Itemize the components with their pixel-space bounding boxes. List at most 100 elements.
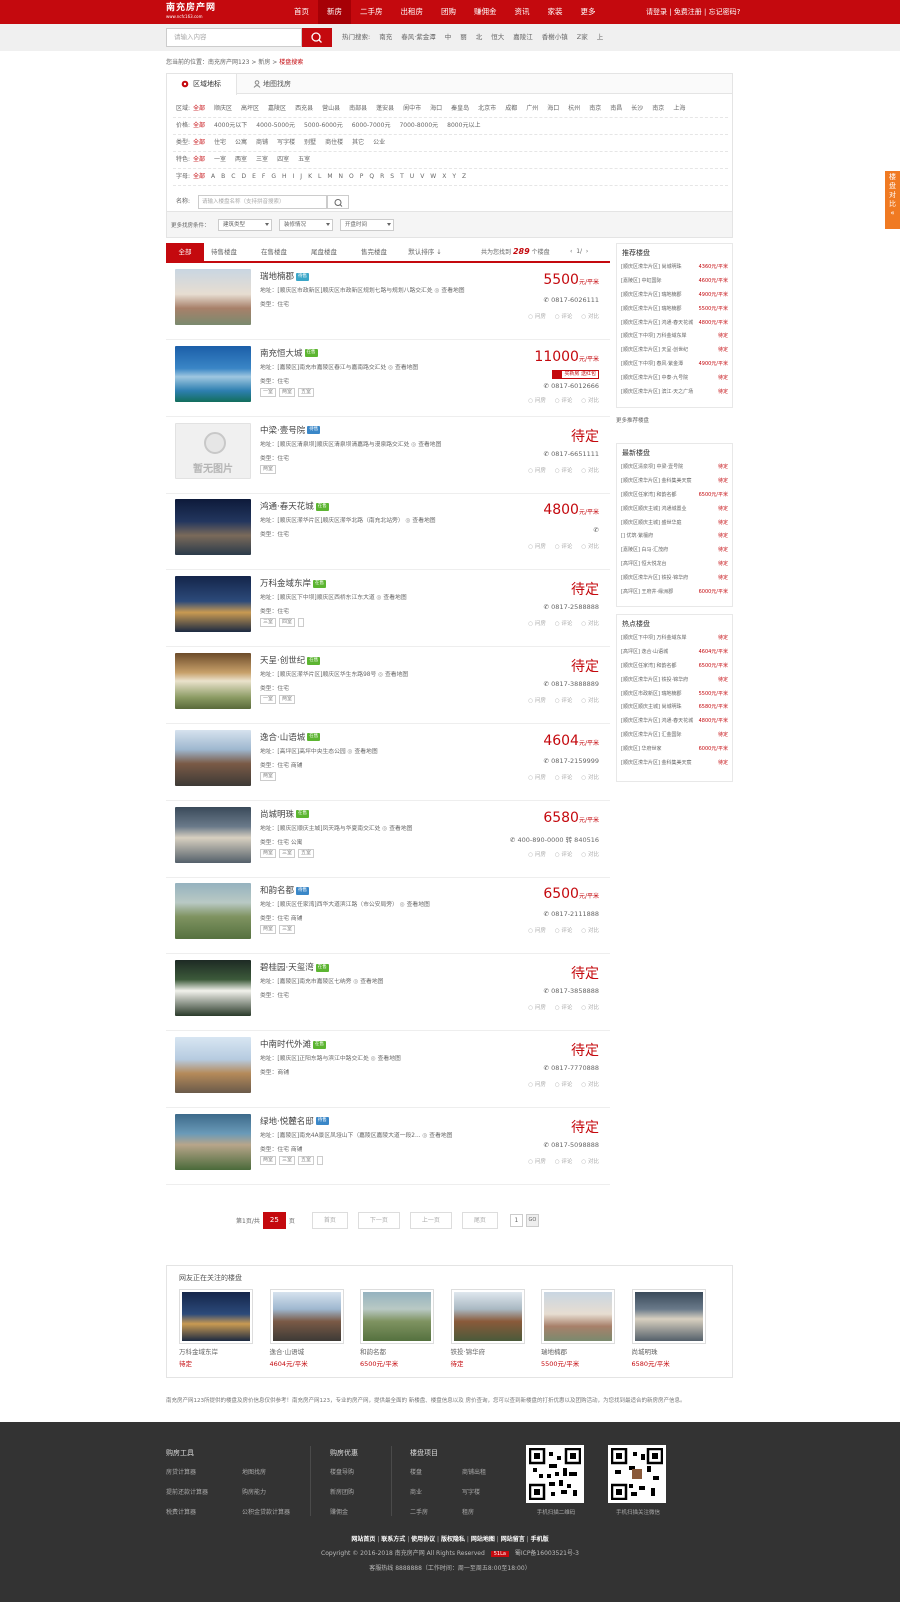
filter-option[interactable]: 5000-6000元 [304, 117, 343, 134]
listing-name[interactable]: 和韵名都 待售 [260, 884, 310, 896]
ask-button[interactable]: ○ 问房 [528, 1003, 546, 1011]
sidebar-row[interactable]: [顺庆区顺庆主城] 鸿通城置业 待定 [617, 503, 732, 517]
view-map-link[interactable]: 查看地图 [385, 672, 408, 678]
comment-button[interactable]: ○ 评论 [555, 542, 573, 550]
view-map-link[interactable]: 查看地图 [354, 749, 377, 755]
ask-button[interactable]: ○ 问房 [528, 619, 546, 627]
footer-bottom-link[interactable]: 网站地图 [471, 1536, 495, 1543]
comment-button[interactable]: ○ 评论 [555, 1003, 573, 1011]
following-card[interactable]: 和韵名都 6500元/平米 [360, 1289, 434, 1368]
tab-final[interactable]: 尾盘楼盘 [305, 243, 343, 261]
sidebar-row[interactable]: [顺庆区潆华片区] 铁投·锦华府 待定 [617, 572, 732, 586]
compare-button[interactable]: ○ 对比 [581, 926, 599, 934]
filter-option[interactable]: 四室 [277, 151, 289, 168]
filter-option[interactable]: 蓬安县 [376, 100, 394, 117]
listing-name[interactable]: 鸿通·春天花城 在售 [260, 500, 329, 512]
opening-time-select[interactable]: 开盘时间 [340, 219, 394, 231]
compare-button[interactable]: ○ 对比 [581, 396, 599, 404]
sidebar-row[interactable]: [嘉陵区] 白马·汇茂府 待定 [617, 544, 732, 558]
listing-name[interactable]: 瑞地楠郡 待售 [260, 270, 310, 282]
filter-option[interactable]: I [293, 168, 295, 185]
sidebar-row[interactable]: [顺庆区市政新区] 瑞地楠郡 5500元/平米 [617, 688, 732, 702]
listing-thumbnail[interactable] [175, 653, 251, 709]
listing-thumbnail[interactable]: 暂无图片 [175, 422, 251, 479]
hot-search-item[interactable]: 丽 [460, 24, 467, 51]
ask-button[interactable]: ○ 问房 [528, 396, 546, 404]
promo-badge[interactable]: 买新房 送红包 [552, 369, 599, 379]
comment-button[interactable]: ○ 评论 [555, 926, 573, 934]
sidebar-row[interactable]: [顺庆区下中坝] 万科金域东岸 待定 [617, 330, 732, 344]
filter-option[interactable]: 写字楼 [277, 134, 295, 151]
decoration-select[interactable]: 装修情况 [279, 219, 333, 231]
tab-map[interactable]: 地图找房 [237, 74, 307, 94]
filter-option[interactable]: Q [369, 168, 374, 185]
listing-thumbnail[interactable] [175, 729, 251, 786]
comment-button[interactable]: ○ 评论 [555, 850, 573, 858]
compare-button[interactable]: ○ 对比 [581, 312, 599, 320]
sidebar-row[interactable]: [顺庆区潆华片区] 鸿通·春天花城 4800元/平米 [617, 715, 732, 729]
last-page-button[interactable]: 尾页 [461, 1212, 498, 1229]
view-map-link[interactable]: 查看地图 [389, 826, 412, 832]
first-page-button[interactable]: 首页 [311, 1212, 348, 1229]
filter-option[interactable]: 杭州 [568, 100, 580, 117]
compare-button[interactable]: ○ 对比 [581, 1080, 599, 1088]
comment-button[interactable]: ○ 评论 [555, 773, 573, 781]
sidebar-row[interactable]: [顺庆区顺庆主城] 盛世华庭 待定 [617, 517, 732, 531]
filter-option[interactable]: 8000元以上 [447, 117, 480, 134]
filter-option[interactable]: 嘉陵区 [268, 100, 286, 117]
filter-option[interactable]: T [400, 168, 404, 185]
tab-all[interactable]: 全部 [166, 243, 204, 261]
listing-thumbnail[interactable] [175, 883, 251, 940]
register-link[interactable]: 免费注册 [674, 8, 702, 16]
footer-link[interactable]: 二手房 [410, 1507, 428, 1516]
filter-option[interactable]: 南部县 [349, 100, 367, 117]
filter-option[interactable]: 长沙 [631, 100, 643, 117]
hot-search-item[interactable]: 上 [597, 24, 604, 51]
more-recommend-link[interactable]: 更多推荐楼盘 [616, 416, 649, 424]
hot-search-item[interactable]: 中 [445, 24, 452, 51]
filter-option[interactable]: 顺庆区 [214, 100, 232, 117]
tab-sold-out[interactable]: 售完楼盘 [355, 243, 393, 261]
footer-link[interactable]: 写字楼 [462, 1487, 486, 1496]
comment-button[interactable]: ○ 评论 [555, 1080, 573, 1088]
footer-link[interactable]: 房贷计算器 [166, 1467, 208, 1476]
listing-thumbnail[interactable] [175, 1113, 251, 1170]
footer-link[interactable]: 新房团购 [330, 1487, 358, 1496]
nav-item[interactable]: 新房 [318, 0, 351, 24]
compare-side-tab[interactable]: 楼盘对比 « [885, 171, 900, 229]
filter-option[interactable]: 其它 [352, 134, 364, 151]
nav-item[interactable]: 资讯 [506, 0, 539, 24]
filter-option[interactable]: 阆中市 [403, 100, 421, 117]
filter-option[interactable]: 广州 [526, 100, 538, 117]
sidebar-row[interactable]: [顺庆区潆华片区] 鸿通·春天花城 4800元/平米 [617, 317, 732, 331]
filter-option[interactable]: 商铺 [256, 134, 268, 151]
view-map-link[interactable]: 查看地图 [407, 902, 430, 908]
hot-search-item[interactable]: 嘉陵江 [513, 24, 533, 51]
filter-option[interactable]: W [430, 168, 436, 185]
view-map-link[interactable]: 查看地图 [395, 365, 418, 371]
filter-option[interactable]: 全部 [193, 117, 205, 134]
filter-option[interactable]: 全部 [193, 134, 205, 151]
compare-button[interactable]: ○ 对比 [581, 850, 599, 858]
following-card[interactable]: 铁投·锦华府 待定 [450, 1289, 525, 1368]
footer-link[interactable]: 楼盘导购 [330, 1467, 358, 1476]
filter-option[interactable]: 公寓 [235, 134, 247, 151]
footer-link[interactable]: 商业 [410, 1487, 428, 1496]
name-search-button[interactable] [327, 195, 349, 209]
sidebar-row[interactable]: [顺庆区潆华片区] 铁投·锦华府 待定 [617, 674, 732, 688]
compare-button[interactable]: ○ 对比 [581, 696, 599, 704]
sidebar-row[interactable]: [顺庆区潆华片区] 瑞地楠郡 5500元/平米 [617, 303, 732, 317]
compare-button[interactable]: ○ 对比 [581, 542, 599, 550]
tab-upcoming[interactable]: 待售楼盘 [205, 243, 243, 261]
filter-option[interactable]: X [442, 168, 446, 185]
hot-search-item[interactable]: 恒大 [491, 24, 504, 51]
chevron-right-icon[interactable]: › [586, 248, 588, 255]
footer-bottom-link[interactable]: 网站首页 [351, 1536, 375, 1543]
sidebar-row[interactable]: [高坪区] 恒大悦龙台 待定 [617, 558, 732, 572]
nav-item[interactable]: 家装 [539, 0, 572, 24]
nav-item[interactable]: 出租房 [392, 0, 433, 24]
comment-button[interactable]: ○ 评论 [555, 396, 573, 404]
filter-option[interactable]: 南昌 [610, 100, 622, 117]
ask-button[interactable]: ○ 问房 [528, 696, 546, 704]
filter-option[interactable]: R [380, 168, 384, 185]
